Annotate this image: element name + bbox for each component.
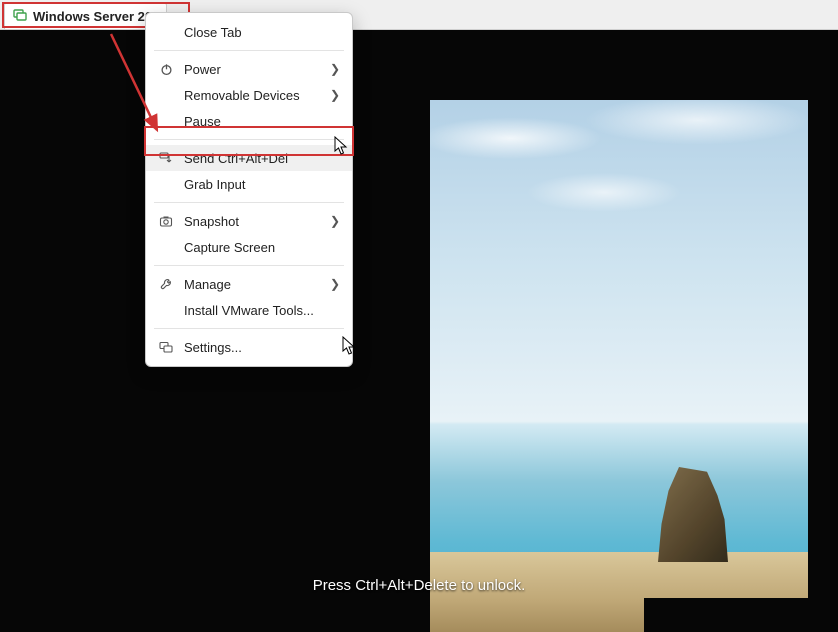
menu-install-vmware-tools[interactable]: Install VMware Tools...	[146, 297, 352, 323]
menu-separator	[154, 202, 344, 203]
vm-icon	[13, 8, 27, 25]
vm-tab-title: Windows Server 20	[33, 9, 152, 24]
vm-tab[interactable]: Windows Server 20	[4, 3, 167, 29]
menu-label: Snapshot	[184, 214, 320, 229]
menu-manage[interactable]: Manage ❯	[146, 271, 352, 297]
wallpaper-cave-right-edge	[808, 30, 838, 632]
menu-label: Send Ctrl+Alt+Del	[184, 151, 340, 166]
menu-label: Capture Screen	[184, 240, 340, 255]
menu-label: Close Tab	[184, 25, 340, 40]
settings-icon	[158, 341, 174, 354]
menu-capture-screen[interactable]: Capture Screen	[146, 234, 352, 260]
wallpaper-sky	[370, 30, 838, 632]
menu-settings[interactable]: Settings...	[146, 334, 352, 360]
menu-send-ctrl-alt-del[interactable]: Send Ctrl+Alt+Del	[146, 145, 352, 171]
menu-label: Settings...	[184, 340, 340, 355]
menu-close-tab[interactable]: Close Tab	[146, 19, 352, 45]
chevron-right-icon: ❯	[330, 62, 340, 76]
guest-display[interactable]: Press Ctrl+Alt+Delete to unlock.	[0, 30, 838, 632]
tab-bar: Windows Server 20	[0, 0, 838, 30]
power-icon	[158, 63, 174, 76]
menu-separator	[154, 265, 344, 266]
menu-power[interactable]: Power ❯	[146, 56, 352, 82]
chevron-right-icon: ❯	[330, 277, 340, 291]
menu-label: Power	[184, 62, 320, 77]
tab-context-menu: Close Tab Power ❯ Removable Devices ❯ Pa…	[145, 12, 353, 367]
menu-label: Removable Devices	[184, 88, 320, 103]
menu-label: Manage	[184, 277, 320, 292]
menu-pause[interactable]: Pause	[146, 108, 352, 134]
chevron-right-icon: ❯	[330, 214, 340, 228]
menu-separator	[154, 50, 344, 51]
menu-separator	[154, 328, 344, 329]
send-keys-icon	[158, 152, 174, 165]
snapshot-icon	[158, 215, 174, 228]
menu-label: Install VMware Tools...	[184, 303, 340, 318]
wrench-icon	[158, 278, 174, 291]
chevron-right-icon: ❯	[330, 88, 340, 102]
menu-snapshot[interactable]: Snapshot ❯	[146, 208, 352, 234]
menu-grab-input[interactable]: Grab Input	[146, 171, 352, 197]
menu-label: Grab Input	[184, 177, 340, 192]
unlock-prompt: Press Ctrl+Alt+Delete to unlock.	[0, 577, 838, 594]
menu-label: Pause	[184, 114, 340, 129]
menu-separator	[154, 139, 344, 140]
menu-removable-devices[interactable]: Removable Devices ❯	[146, 82, 352, 108]
